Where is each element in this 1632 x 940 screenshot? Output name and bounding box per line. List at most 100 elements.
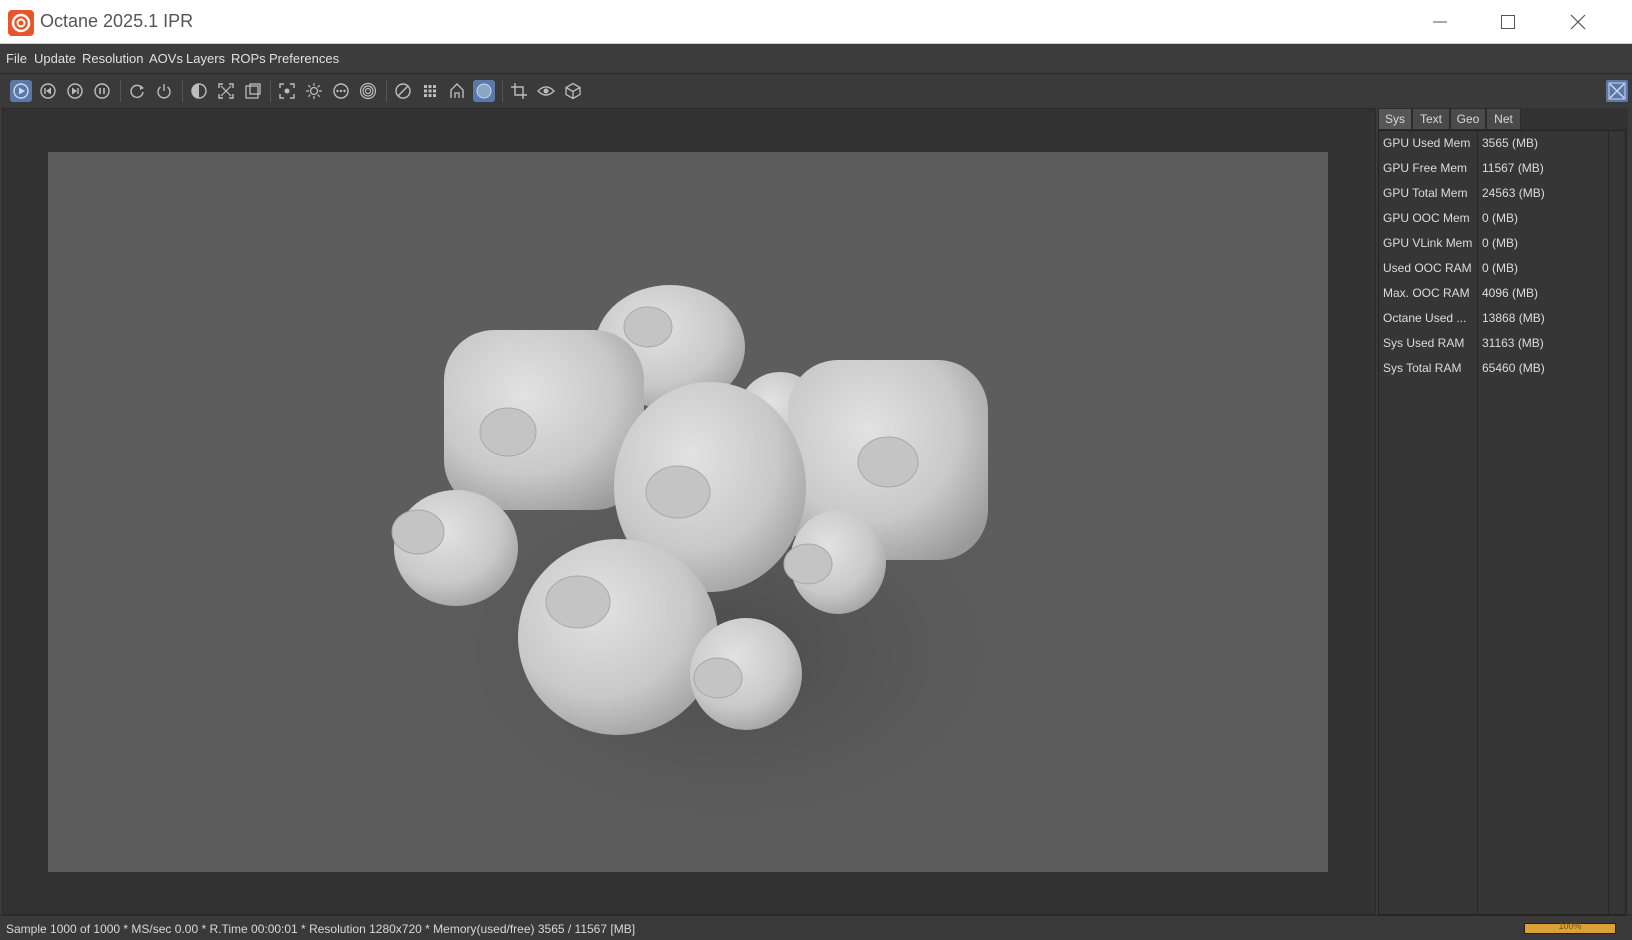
render-progress-bar: 100%	[1524, 921, 1616, 934]
table-row: Sys Total RAM 65460 (MB)	[1379, 356, 1609, 381]
table-row: GPU OOC Mem 0 (MB)	[1379, 206, 1609, 231]
stat-value: 0 (MB)	[1482, 261, 1518, 275]
progress-label: 100%	[1558, 921, 1582, 931]
crop-icon	[511, 83, 527, 99]
clay-button[interactable]	[392, 80, 414, 102]
target-icon	[359, 82, 377, 100]
status-bar: Sample 1000 of 1000 * MS/sec 0.00 * R.Ti…	[0, 915, 1632, 940]
menu-preferences[interactable]: Preferences	[269, 51, 339, 66]
menu-file[interactable]: File	[6, 51, 27, 66]
table-row: Used OOC RAM 0 (MB)	[1379, 256, 1609, 281]
tab-net[interactable]: Net	[1486, 108, 1521, 130]
close-button[interactable]	[1544, 0, 1612, 44]
focus-button[interactable]	[276, 80, 298, 102]
next-icon	[67, 83, 83, 99]
refresh-icon	[130, 84, 144, 98]
stat-value: 65460 (MB)	[1482, 361, 1545, 375]
render-button[interactable]	[10, 80, 32, 102]
status-text: Sample 1000 of 1000 * MS/sec 0.00 * R.Ti…	[6, 922, 636, 936]
tab-geo[interactable]: Geo	[1450, 108, 1486, 130]
table-row: GPU Free Mem 11567 (MB)	[1379, 156, 1609, 181]
stat-value: 31163 (MB)	[1482, 336, 1544, 350]
minimize-button[interactable]	[1406, 0, 1474, 44]
stat-value: 13868 (MB)	[1482, 311, 1545, 325]
menu-aovs[interactable]: AOVs	[149, 51, 183, 66]
menu-layers[interactable]: Layers	[186, 51, 225, 66]
clay-icon	[395, 83, 411, 99]
minimize-icon	[1433, 21, 1447, 23]
region-icon	[245, 83, 261, 99]
grid-icon	[424, 85, 436, 97]
refresh-button[interactable]	[126, 80, 148, 102]
stat-key: Sys Used RAM	[1383, 336, 1465, 350]
stat-key: Sys Total RAM	[1383, 361, 1462, 375]
sun-button[interactable]	[303, 80, 325, 102]
menu-rops[interactable]: ROPs	[231, 51, 266, 66]
stat-key: GPU VLink Mem	[1383, 236, 1473, 250]
contrast-button[interactable]	[188, 80, 210, 102]
stat-value: 3565 (MB)	[1482, 136, 1539, 150]
toolbar-separator	[386, 80, 387, 102]
power-icon	[157, 84, 171, 99]
title-bar: Octane 2025.1 IPR	[0, 0, 1632, 44]
grid-button[interactable]	[419, 80, 441, 102]
prev-button[interactable]	[37, 80, 59, 102]
stat-value: 0 (MB)	[1482, 211, 1518, 225]
sphere-button[interactable]	[473, 80, 495, 102]
home-icon	[450, 83, 464, 98]
stats-panel: Sys Text Geo Net GPU Used Mem 3565 (MB) …	[1378, 108, 1628, 915]
cube-icon	[565, 82, 581, 100]
pause-icon	[94, 83, 110, 99]
toolbar-separator	[120, 80, 121, 102]
region-button[interactable]	[242, 80, 264, 102]
contrast-icon	[191, 83, 207, 99]
table-row: GPU VLink Mem 0 (MB)	[1379, 231, 1609, 256]
sphere-icon	[476, 83, 492, 99]
dots-icon	[333, 83, 349, 99]
toolbar-separator	[270, 80, 271, 102]
fit-icon	[218, 83, 234, 99]
render-image[interactable]	[48, 152, 1328, 882]
table-row: Octane Used ... 13868 (MB)	[1379, 306, 1609, 331]
home-button[interactable]	[446, 80, 468, 102]
tab-sys[interactable]: Sys	[1378, 108, 1412, 130]
pick-icon	[537, 86, 555, 96]
fit-button[interactable]	[215, 80, 237, 102]
maximize-button[interactable]	[1474, 0, 1542, 44]
menu-update[interactable]: Update	[34, 51, 76, 66]
stat-value: 4096 (MB)	[1482, 286, 1539, 300]
stat-value: 0 (MB)	[1482, 236, 1518, 250]
table-row: GPU Total Mem 24563 (MB)	[1379, 181, 1609, 206]
toolbar	[0, 74, 1632, 108]
stat-key: Max. OOC RAM	[1383, 286, 1470, 300]
cube-button[interactable]	[562, 80, 584, 102]
tab-text[interactable]: Text	[1412, 108, 1450, 130]
power-button[interactable]	[153, 80, 175, 102]
next-button[interactable]	[64, 80, 86, 102]
maximize-icon	[1501, 15, 1515, 29]
stat-value: 24563 (MB)	[1482, 186, 1545, 200]
menu-bar: File Update Resolution AOVs Layers ROPs …	[0, 44, 1632, 74]
menu-resolution[interactable]: Resolution	[82, 51, 143, 66]
dots-button[interactable]	[330, 80, 352, 102]
toolbar-separator	[182, 80, 183, 102]
sun-icon	[306, 83, 322, 99]
table-row: Sys Used RAM 31163 (MB)	[1379, 331, 1609, 356]
target-button[interactable]	[357, 80, 379, 102]
focus-icon	[279, 83, 295, 99]
crop-button[interactable]	[508, 80, 530, 102]
panel-toggle-button[interactable]	[1606, 80, 1628, 102]
table-row: GPU Used Mem 3565 (MB)	[1379, 131, 1609, 156]
window-title: Octane 2025.1 IPR	[40, 11, 194, 31]
render-icon	[13, 83, 29, 99]
stat-key: GPU Used Mem	[1383, 136, 1471, 150]
close-icon	[1570, 14, 1586, 30]
stat-key: GPU OOC Mem	[1383, 211, 1470, 225]
rendered-characters-image	[368, 285, 1088, 882]
stat-key: GPU Total Mem	[1383, 186, 1468, 200]
pick-button[interactable]	[535, 80, 557, 102]
prev-icon	[40, 83, 56, 99]
pause-button[interactable]	[91, 80, 113, 102]
stat-key: GPU Free Mem	[1383, 161, 1468, 175]
table-row: Max. OOC RAM 4096 (MB)	[1379, 281, 1609, 306]
